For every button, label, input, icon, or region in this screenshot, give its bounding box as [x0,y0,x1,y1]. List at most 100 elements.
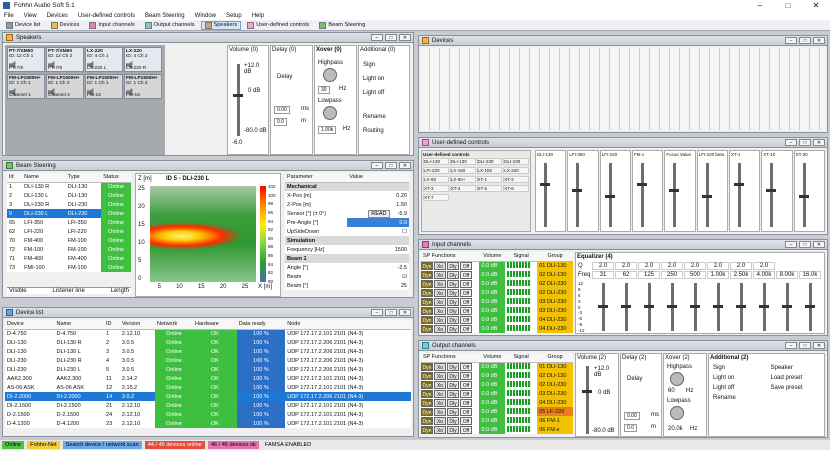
udc-list-item[interactable]: LX-60+ [449,176,476,183]
outputs-row[interactable]: Dyn Xo Dly Off 0.0 dB 04 DLI-230 [421,398,573,407]
udc-fader-knob[interactable] [604,195,615,198]
eq-band-knob[interactable] [644,305,654,308]
toolbar-button-output-channels[interactable]: Output channels [141,21,199,30]
fn-off-button[interactable]: Off [460,288,472,297]
eq-band-knob[interactable] [621,305,631,308]
panel-maximize-button[interactable]: □ [385,162,397,169]
inputs-volume[interactable]: 0.0 dB [479,306,506,315]
udc-strip-fader[interactable] [766,163,777,227]
fn-off-button[interactable]: Off [460,324,472,333]
fn-off-button[interactable]: Off [460,407,472,416]
inputs-row[interactable]: Dyn Xo Dly Off 0.0 dB 04 DLI-230 [421,315,573,324]
volume-slider[interactable] [233,64,243,136]
eq-q-value[interactable]: 2.0 [638,262,660,270]
eq-freq-value[interactable]: 4.00k [753,271,775,279]
toolbar-button-speakers[interactable]: Speakers [200,20,242,30]
eq-freq-value[interactable]: 31 [592,271,614,279]
lowpass-knob[interactable] [323,106,337,120]
fn-xo-button[interactable]: Xo [434,279,446,288]
eq-freq-value[interactable]: 500 [684,271,706,279]
toolbar-button-devices[interactable]: Devices [47,21,84,30]
eq-band-knob[interactable] [713,305,723,308]
additional-sign-button[interactable]: Sign [363,62,375,68]
eq-band-fader[interactable] [713,283,723,331]
fn-xo-button[interactable]: Xo [434,407,446,416]
fn-dly-button[interactable]: Dly [447,279,459,288]
fn-off-button[interactable]: Off [460,270,472,279]
device-list-header[interactable]: Device list – □ ✕ [3,308,413,318]
panel-maximize-button[interactable]: □ [385,34,397,41]
device-col-header[interactable]: Hardware [192,320,237,330]
fn-dly-button[interactable]: Dly [447,407,459,416]
fn-dyn-button[interactable]: Dyn [421,288,433,297]
fn-dyn-button[interactable]: Dyn [421,362,433,371]
panel-minimize-button[interactable]: – [785,37,797,44]
eq-band-fader[interactable] [736,283,746,331]
param-value[interactable]: 0.20 [347,191,409,200]
speaker-device-tile[interactable]: LX-220 ID: 4 Ch 1 LX-220 L [85,47,123,72]
eq-freq-value[interactable]: 250 [661,271,683,279]
read-button[interactable]: READ [368,209,390,218]
udc-panel-header[interactable]: User-defined controls – □ ✕ [419,138,827,148]
fn-xo-button[interactable]: Xo [434,270,446,279]
param-row[interactable]: Beam [°] 25 [285,281,409,290]
device-row[interactable]: DLI-130 DLI-130 R 2 3.0.5 Online OK 100 % UDP 1… [5,338,411,347]
fn-dyn-button[interactable]: Dyn [421,279,433,288]
panel-minimize-button[interactable]: – [371,34,383,41]
fn-dly-button[interactable]: Dly [447,380,459,389]
fn-dly-button[interactable]: Dly [447,315,459,324]
udc-strip-fader[interactable] [572,163,583,227]
out-additional-speaker-button[interactable]: Speaker [768,365,824,371]
panel-close-button[interactable]: ✕ [813,241,825,248]
menu-devices[interactable]: Devices [47,13,68,19]
udc-list-item[interactable]: XT-5 [476,185,503,192]
panel-maximize-button[interactable]: □ [385,309,397,316]
fn-dly-button[interactable]: Dly [447,398,459,407]
toolbar-button-device-list[interactable]: Device list [2,21,45,30]
menu-help[interactable]: Help [252,13,264,19]
fn-dyn-button[interactable]: Dyn [421,324,433,333]
panel-minimize-button[interactable]: – [785,139,797,146]
inputs-group[interactable]: 03 DLI-230 [537,306,573,315]
eq-freq-value[interactable]: 62 [615,271,637,279]
fn-dyn-button[interactable]: Dyn [421,407,433,416]
input-panel-header[interactable]: Input channels – □ ✕ [419,240,827,250]
beam-table-row[interactable]: 9 DLI-230 L DLI-230 Online [7,209,131,218]
udc-strip-fader[interactable] [733,163,744,227]
fn-dly-button[interactable]: Dly [447,261,459,270]
fn-dly-button[interactable]: Dly [447,389,459,398]
additional-routing-button[interactable]: Routing [363,128,384,134]
outputs-row[interactable]: Dyn Xo Dly Off 0.0 dB 02 DLI-130 [421,371,573,380]
eq-band-fader[interactable] [667,283,677,331]
eq-q-value[interactable]: 2.0 [615,262,637,270]
udc-list-item[interactable]: LFI-220 [423,167,449,174]
outputs-group[interactable]: 05 LF-220 [537,407,573,416]
fn-off-button[interactable]: Off [460,297,472,306]
out-highpass-knob[interactable] [670,372,684,386]
inputs-row[interactable]: Dyn Xo Dly Off 0.0 dB 01 DLI-130 [421,261,573,270]
toolbar-button-input-channels[interactable]: Input channels [85,21,138,30]
param-value[interactable]: 1500 [347,245,409,254]
fn-dyn-button[interactable]: Dyn [421,270,433,279]
beam-col-header[interactable]: Id [7,173,23,183]
fn-off-button[interactable]: Off [460,315,472,324]
panel-minimize-button[interactable]: – [785,241,797,248]
beam-table-row[interactable]: 65 LFI-350 LFI-350 Online [7,218,131,227]
eq-q-value[interactable]: 2.0 [707,262,729,270]
speaker-device-tile[interactable]: FM-LP1500H+ ID: 1 Ch 1 FM-15 [85,74,123,99]
fn-dyn-button[interactable]: Dyn [421,261,433,270]
device-row[interactable]: D-4.750 D-4.750 1 2.12.10 Online OK 100 % UDP 1… [5,329,411,338]
out-additional-sign-button[interactable]: Sign [710,365,766,371]
fn-dyn-button[interactable]: Dyn [421,306,433,315]
toolbar-button-user-defined-controls[interactable]: User-defined controls [243,21,313,30]
eq-band-fader[interactable] [805,283,815,331]
eq-q-value[interactable]: 2.0 [592,262,614,270]
fn-dly-button[interactable]: Dly [447,270,459,279]
udc-list-item[interactable]: XT-3 [423,185,449,192]
param-value[interactable]: 1.50 [347,200,409,209]
param-row[interactable]: Frequency [Hz] 1500 [285,245,409,254]
panel-minimize-button[interactable]: – [371,162,383,169]
fn-off-button[interactable]: Off [460,389,472,398]
beam-table-row[interactable]: 2 DLI-130 L DLI-130 Online [7,191,131,200]
fn-dyn-button[interactable]: Dyn [421,315,433,324]
